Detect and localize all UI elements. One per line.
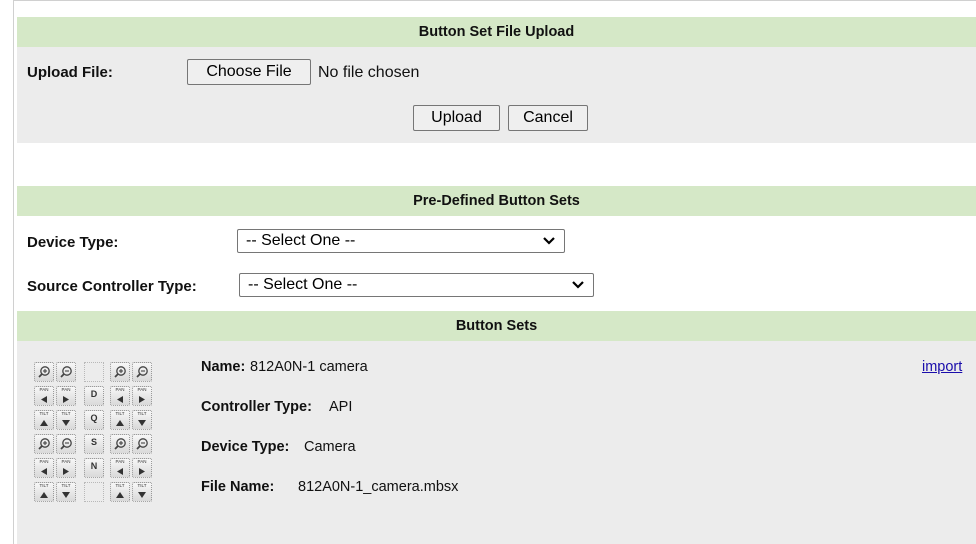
upload-button[interactable]: Upload xyxy=(413,105,500,131)
preview-key-label: S xyxy=(90,437,97,447)
device-type-selected-value: -- Select One -- xyxy=(246,232,356,249)
zoom-in-icon xyxy=(110,434,130,454)
page: Button Set File Upload Upload File: Choo… xyxy=(17,0,976,544)
pan-right-icon: PAN xyxy=(56,458,76,478)
tilt-down-icon: TILT xyxy=(132,410,152,430)
pan-left-icon: PAN xyxy=(110,458,130,478)
import-link[interactable]: import xyxy=(922,359,962,375)
zoom-out-icon xyxy=(56,434,76,454)
choose-file-button[interactable]: Choose File xyxy=(187,59,311,85)
source-controller-type-label: Source Controller Type: xyxy=(27,278,197,295)
preview-key-label: D xyxy=(90,389,98,399)
upload-section-header: Button Set File Upload xyxy=(17,17,976,47)
pan-right-icon: PAN xyxy=(132,386,152,406)
button-set-item: Name: 812A0N-1 camera Controller Type: A… xyxy=(17,341,976,544)
spacer xyxy=(17,143,976,186)
controller-type-value: API xyxy=(329,399,353,415)
zoom-out-icon xyxy=(132,434,152,454)
file-name-value: 812A0N-1_camera.mbsx xyxy=(298,479,459,495)
predefined-section-header: Pre-Defined Button Sets xyxy=(17,186,976,216)
chevron-down-icon xyxy=(543,237,555,245)
pan-left-icon: PAN xyxy=(110,386,130,406)
zoom-in-icon xyxy=(34,362,54,382)
chevron-down-icon xyxy=(572,281,584,289)
tilt-up-icon: TILT xyxy=(34,482,54,502)
preview-key-label: Q xyxy=(90,413,98,423)
source-controller-type-select[interactable]: -- Select One -- xyxy=(239,273,594,297)
device-type-select[interactable]: -- Select One -- xyxy=(237,229,565,253)
zoom-in-icon xyxy=(110,362,130,382)
button-sets-header: Button Sets xyxy=(17,311,976,341)
name-label: Name: xyxy=(201,359,246,375)
preview-key-label: N xyxy=(90,461,98,471)
preview-empty-slot xyxy=(84,482,104,502)
device-type-item-label: Device Type: xyxy=(201,439,290,455)
preview-empty-slot xyxy=(84,362,104,382)
cancel-button[interactable]: Cancel xyxy=(508,105,588,131)
upload-panel: Upload File: Choose File No file chosen … xyxy=(17,47,976,143)
preview-letter-button: N xyxy=(84,458,104,478)
zoom-out-icon xyxy=(132,362,152,382)
zoom-in-icon xyxy=(34,434,54,454)
zoom-out-icon xyxy=(56,362,76,382)
pan-left-icon: PAN xyxy=(34,458,54,478)
no-file-chosen-text: No file chosen xyxy=(318,64,420,81)
name-value: 812A0N-1 camera xyxy=(250,359,368,375)
controller-type-label: Controller Type: xyxy=(201,399,312,415)
pan-right-icon: PAN xyxy=(132,458,152,478)
pan-right-icon: PAN xyxy=(56,386,76,406)
device-type-item-value: Camera xyxy=(304,439,356,455)
preview-letter-button: S xyxy=(84,434,104,454)
tilt-down-icon: TILT xyxy=(56,410,76,430)
tilt-up-icon: TILT xyxy=(110,482,130,502)
left-border xyxy=(13,0,14,544)
upload-file-label: Upload File: xyxy=(27,64,113,81)
tilt-up-icon: TILT xyxy=(34,410,54,430)
preview-letter-button: Q xyxy=(84,410,104,430)
device-type-label: Device Type: xyxy=(27,234,119,251)
tilt-up-icon: TILT xyxy=(110,410,130,430)
tilt-down-icon: TILT xyxy=(56,482,76,502)
file-name-label: File Name: xyxy=(201,479,275,495)
source-controller-selected-value: -- Select One -- xyxy=(248,276,358,293)
tilt-down-icon: TILT xyxy=(132,482,152,502)
preview-letter-button: D xyxy=(84,386,104,406)
pan-left-icon: PAN xyxy=(34,386,54,406)
predefined-panel: Device Type: -- Select One -- Source Con… xyxy=(17,216,976,309)
